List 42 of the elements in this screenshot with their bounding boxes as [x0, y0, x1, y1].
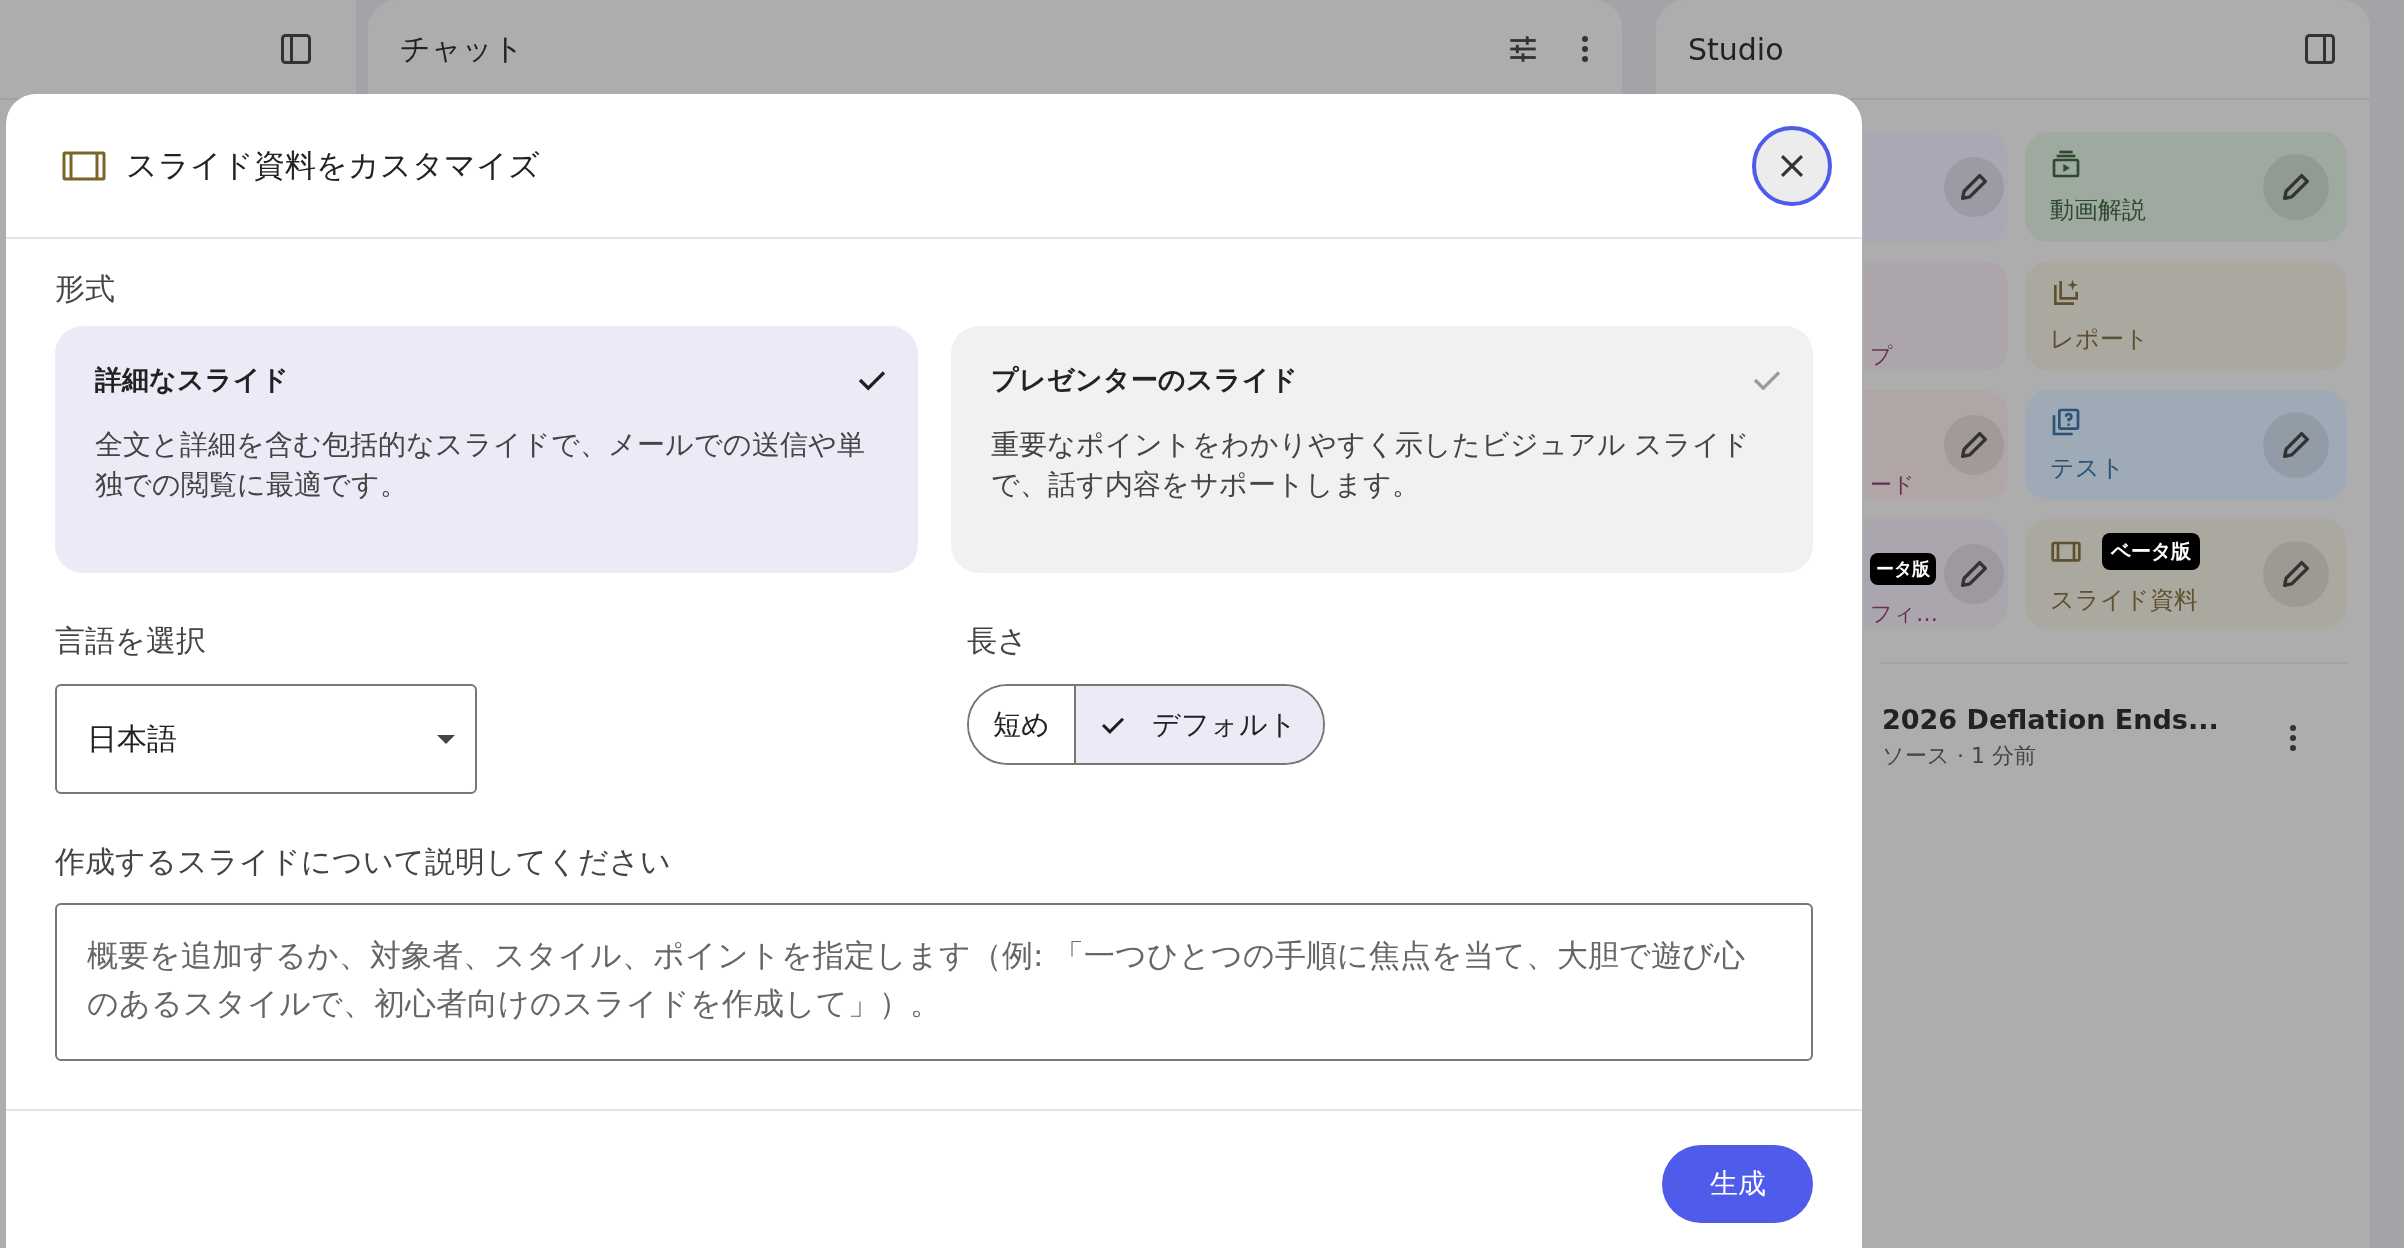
more-icon[interactable] [1580, 34, 1590, 64]
section-label: 長さ [966, 622, 1028, 660]
section-label: 形式 [55, 270, 116, 308]
video-icon [2050, 148, 2082, 180]
quiz-icon [2050, 406, 2082, 438]
tile-label: レポート [2050, 324, 2150, 355]
studio-tile[interactable]: ベータ版 スライド資料 [2025, 519, 2347, 629]
studio-tile[interactable]: ード [1864, 390, 2008, 500]
note-meta: ソース · 1 分前 [1882, 742, 2037, 770]
generate-button[interactable]: 生成 [1662, 1145, 1813, 1223]
studio-tile[interactable]: プ [1864, 261, 2008, 371]
sidebar-toggle-icon[interactable] [2302, 31, 2338, 67]
description-field[interactable]: 概要を追加するか、対象者、スタイル、ポイントを指定します（例: 「一つひとつの手順に焦点を当て、大胆で遊び心のあるスタイルで、初心者向けのスライドを作成して」）。 [55, 903, 1813, 1061]
more-icon[interactable] [2288, 722, 2298, 753]
dropdown-caret-icon [437, 734, 455, 744]
option-title: プレゼンターのスライド [990, 363, 1298, 397]
option-description: 重要なポイントをわかりやすく示したビジュアル スライドで、話す内容をサポートします。 [990, 427, 1752, 502]
studio-tile[interactable] [1864, 132, 2008, 242]
beta-badge: ータ版 [1870, 553, 1936, 585]
section-label: 言語を選択 [55, 622, 206, 660]
format-option-card[interactable]: 詳細なスライド 全文と詳細を含む包括的なスライドで、メールでの送信や単独での閲覧に最適です。 [55, 326, 918, 573]
language-select[interactable]: 日本語 [55, 684, 477, 794]
length-option[interactable]: デフォルト [1073, 686, 1323, 763]
tile-label: プ [1870, 342, 1893, 370]
section-label: 作成するスライドについて説明してください [55, 843, 672, 881]
tile-label: スライド資料 [2050, 584, 2199, 616]
panel-title: チャット [400, 29, 524, 68]
option-title: 詳細なスライド [95, 363, 289, 397]
tile-label: フィ… [1870, 600, 1938, 628]
beta-badge: ベータ版 [2102, 532, 2200, 570]
slides-icon [62, 150, 106, 181]
studio-tile[interactable]: 動画解説 [2025, 132, 2347, 242]
format-option-card[interactable]: プレゼンターのスライド 重要なポイントをわかりやすく示したビジュアル スライドで、話す内容をサポートします。 [950, 326, 1813, 573]
sidebar-toggle-icon[interactable] [278, 31, 314, 67]
tile-label: ード [1870, 471, 1915, 499]
studio-tile[interactable]: ータ版 フィ… [1864, 519, 2008, 629]
panel-title: Studio [1688, 31, 1784, 67]
option-description: 全文と詳細を含む包括的なスライドで、メールでの送信や単独での閲覧に最適です。 [95, 427, 866, 502]
note-title[interactable]: 2026 Deflation Ends... [1882, 704, 2288, 735]
tile-label: テスト [2050, 453, 2126, 484]
tile-label: 動画解説 [2050, 195, 2147, 226]
dialog-title: スライド資料をカスタマイズ [126, 145, 540, 185]
